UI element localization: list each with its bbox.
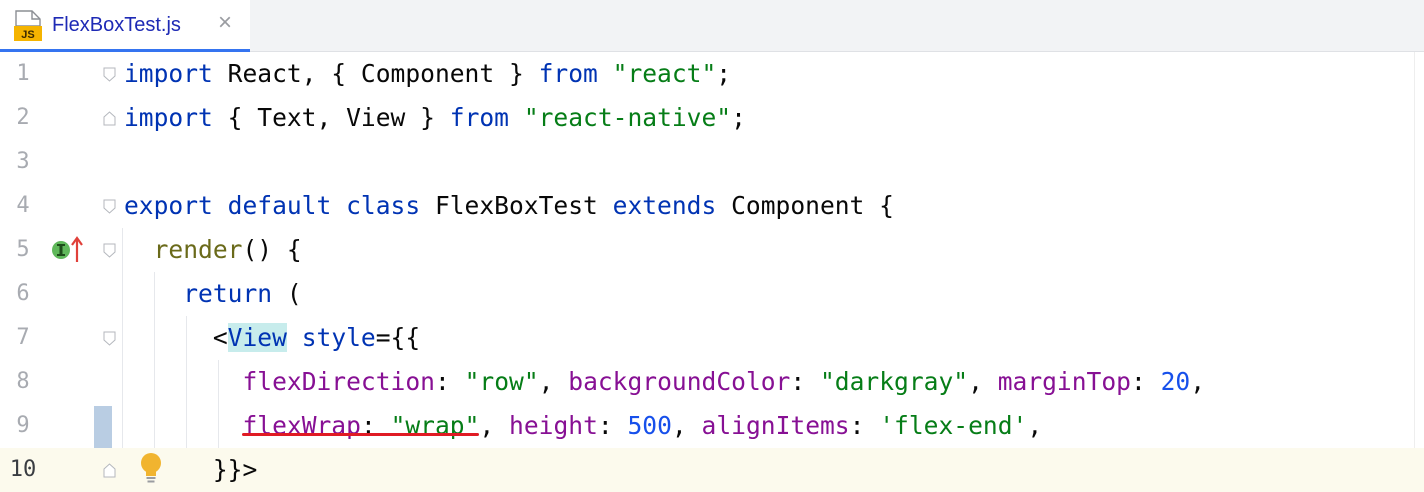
code-text: import React, { Component } from "react"…: [124, 59, 732, 88]
line-number: 4: [16, 193, 30, 218]
code-text: export default class FlexBoxTest extends…: [124, 191, 894, 220]
file-icon-label: JS: [21, 29, 34, 41]
line-number: 10: [9, 457, 37, 482]
code-line: 3: [0, 140, 1424, 184]
code-line: 5 render() {: [0, 228, 1424, 272]
close-icon[interactable]: ×: [214, 11, 236, 35]
code-line: 8 flexDirection: "row", backgroundColor:…: [0, 360, 1424, 404]
code-text: flexWrap: "wrap", height: 500, alignItem…: [242, 411, 1043, 440]
code-line: 1 import React, { Component } from "reac…: [0, 52, 1424, 96]
code-line: 4 export default class FlexBoxTest exten…: [0, 184, 1424, 228]
implements-method-icon[interactable]: [50, 235, 84, 265]
code-line: 2 import { Text, View } from "react-nati…: [0, 96, 1424, 140]
code-text: flexDirection: "row", backgroundColor: "…: [242, 367, 1206, 396]
tab-flexboxtest-js[interactable]: JS FlexBoxTest.js ×: [0, 0, 250, 52]
code-line-current: 10 }}>: [0, 448, 1424, 492]
fold-marker-icon[interactable]: [103, 199, 116, 214]
line-number: 2: [16, 105, 30, 130]
code-text: render() {: [153, 235, 302, 264]
javascript-file-icon: JS: [14, 10, 42, 41]
line-number: 9: [16, 413, 30, 438]
error-underline[interactable]: flexWrap: "wrap": [242, 411, 479, 440]
line-number: 1: [16, 61, 30, 86]
line-number: 3: [16, 149, 30, 174]
code-text: <View style={{: [212, 323, 421, 352]
jsx-tag-name: View: [227, 323, 287, 352]
code-line: 9 flexWrap: "wrap", height: 500, alignIt…: [0, 404, 1424, 448]
fold-marker-icon[interactable]: [103, 331, 116, 346]
code-editor[interactable]: 1 import React, { Component } from "reac…: [0, 52, 1424, 492]
code-text: import { Text, View } from "react-native…: [124, 103, 746, 132]
code-line: 7 <View style={{: [0, 316, 1424, 360]
editor-tab-bar: JS FlexBoxTest.js ×: [0, 0, 1424, 52]
line-number: 5: [16, 237, 30, 262]
tab-filename: FlexBoxTest.js: [52, 14, 181, 36]
fold-marker-icon[interactable]: [103, 463, 116, 478]
code-line: 6 return (: [0, 272, 1424, 316]
code-text: return (: [183, 279, 302, 308]
fold-marker-icon[interactable]: [103, 67, 116, 82]
fold-marker-icon[interactable]: [103, 243, 116, 258]
fold-marker-icon[interactable]: [103, 111, 116, 126]
line-number: 8: [16, 369, 30, 394]
line-number: 6: [16, 281, 30, 306]
line-number: 7: [16, 325, 30, 350]
code-text: }}>: [212, 455, 258, 484]
